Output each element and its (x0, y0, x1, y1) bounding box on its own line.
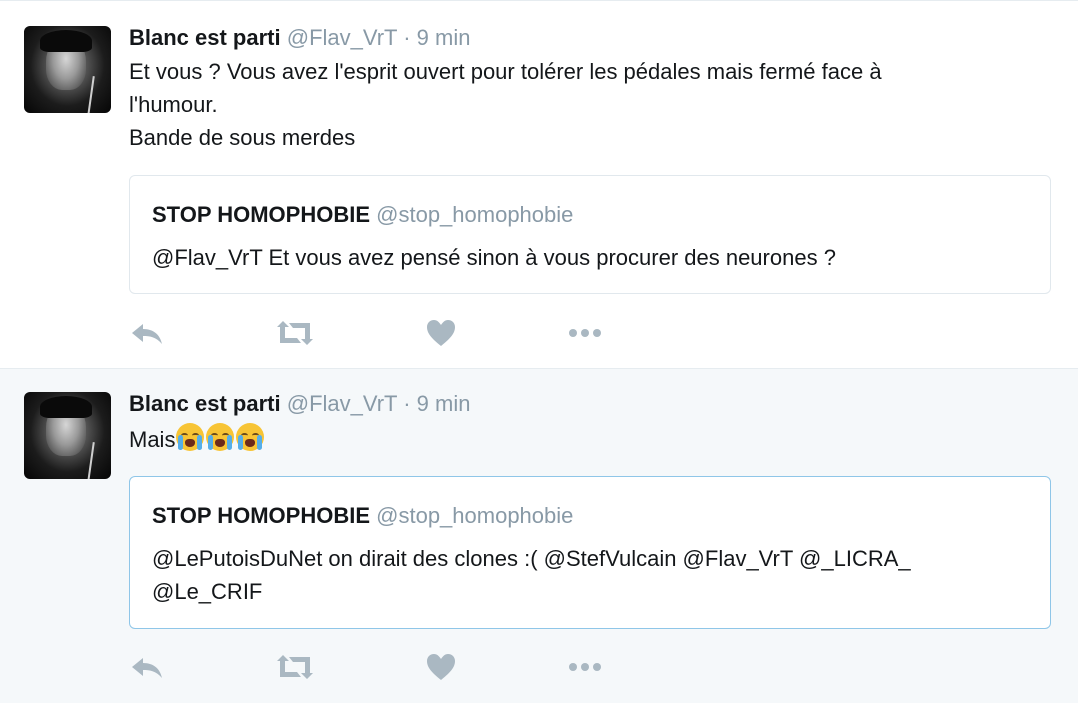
quote-header: STOP HOMOPHOBIE @stop_homophobie (152, 202, 573, 228)
loudly-crying-face-icon (205, 422, 235, 452)
tweet-text: Et vous ? Vous avez l'esprit ouvert pour… (129, 55, 1029, 154)
tweet-header: Blanc est parti @Flav_VrT · 9 min (129, 25, 470, 51)
quoted-tweet[interactable]: STOP HOMOPHOBIE @stop_homophobie @LePuto… (129, 476, 1051, 629)
retweet-icon[interactable] (275, 652, 315, 682)
timeline: Blanc est parti @Flav_VrT · 9 min Et vou… (0, 0, 1078, 703)
timestamp[interactable]: 9 min (417, 25, 471, 50)
tweet-text-line: Bande de sous merdes (129, 125, 356, 150)
quote-text-line: @LePutoisDuNet on dirait des clones :( @… (152, 546, 911, 571)
tweet-text-line: Et vous ? Vous avez l'esprit ouvert pour… (129, 59, 882, 84)
author-handle[interactable]: @Flav_VrT (287, 391, 397, 416)
more-icon[interactable] (567, 318, 607, 348)
quote-author-handle: @stop_homophobie (376, 202, 574, 227)
tweet-header: Blanc est parti @Flav_VrT · 9 min (129, 391, 470, 417)
avatar[interactable] (24, 392, 111, 479)
quote-author-name: STOP HOMOPHOBIE (152, 202, 371, 227)
timestamp[interactable]: 9 min (417, 391, 471, 416)
quote-author-name: STOP HOMOPHOBIE (152, 503, 371, 528)
tweet[interactable]: Blanc est parti @Flav_VrT · 9 min Et vou… (0, 1, 1078, 369)
quote-text: @LePutoisDuNet on dirait des clones :( @… (152, 542, 1022, 608)
reply-icon[interactable] (129, 318, 169, 348)
like-icon[interactable] (425, 652, 465, 682)
separator: · (403, 391, 411, 416)
tweet[interactable]: Blanc est parti @Flav_VrT · 9 min Mais S… (0, 369, 1078, 703)
tweet-actions (129, 652, 629, 682)
author-name[interactable]: Blanc est parti (129, 391, 281, 416)
tweet-actions (129, 318, 629, 348)
quote-header: STOP HOMOPHOBIE @stop_homophobie (152, 503, 573, 529)
like-icon[interactable] (425, 318, 465, 348)
quote-text-line: @Le_CRIF (152, 579, 263, 604)
separator: · (403, 25, 411, 50)
quote-text-line: @Flav_VrT Et vous avez pensé sinon à vou… (152, 245, 836, 270)
tweet-text: Mais (129, 422, 1029, 456)
tweet-text-word: Mais (129, 427, 176, 452)
more-icon[interactable] (567, 652, 607, 682)
quote-text: @Flav_VrT Et vous avez pensé sinon à vou… (152, 241, 1022, 274)
author-handle[interactable]: @Flav_VrT (287, 25, 397, 50)
quote-author-handle: @stop_homophobie (376, 503, 574, 528)
tweet-text-line: l'humour. (129, 92, 218, 117)
retweet-icon[interactable] (275, 318, 315, 348)
author-name[interactable]: Blanc est parti (129, 25, 281, 50)
avatar[interactable] (24, 26, 111, 113)
loudly-crying-face-icon (235, 422, 265, 452)
loudly-crying-face-icon (175, 422, 205, 452)
quoted-tweet[interactable]: STOP HOMOPHOBIE @stop_homophobie @Flav_V… (129, 175, 1051, 294)
reply-icon[interactable] (129, 652, 169, 682)
